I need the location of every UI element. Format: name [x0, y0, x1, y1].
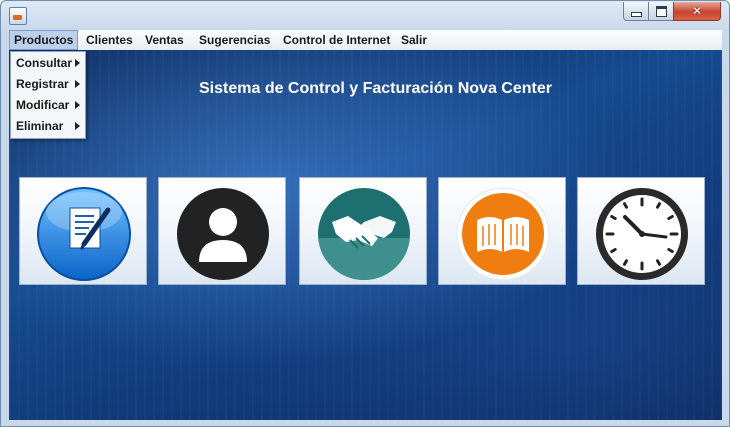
menu-sugerencias[interactable]: Sugerencias — [195, 30, 274, 50]
maximize-button[interactable] — [648, 2, 674, 21]
maximize-icon — [655, 5, 667, 17]
menu-item-registrar[interactable]: Registrar — [11, 74, 85, 95]
menu-item-eliminar[interactable]: Eliminar — [11, 116, 85, 137]
productos-dropdown-menu: Consultar Registrar Modificar Eliminar — [10, 51, 86, 139]
menu-salir[interactable]: Salir — [397, 30, 431, 50]
app-window: ✕ Productos Clientes Ventas Sugerencias … — [0, 0, 730, 427]
minimize-button[interactable] — [623, 2, 649, 21]
close-button[interactable]: ✕ — [673, 2, 721, 21]
menu-productos[interactable]: Productos — [9, 30, 79, 50]
tile-sugerencias[interactable] — [438, 177, 566, 285]
handshake-icon — [318, 188, 410, 280]
menu-clientes[interactable]: Clientes — [82, 30, 137, 50]
submenu-arrow-icon — [75, 101, 80, 109]
submenu-arrow-icon — [75, 59, 80, 67]
java-app-icon — [9, 7, 27, 25]
minimize-icon — [630, 11, 642, 17]
main-panel: Sistema de Control y Facturación Nova Ce… — [9, 50, 722, 420]
menu-item-label: Registrar — [16, 77, 69, 91]
menu-item-label: Modificar — [16, 98, 70, 112]
tile-control-internet[interactable] — [577, 177, 705, 285]
clock-icon — [596, 188, 688, 280]
menu-item-consultar[interactable]: Consultar — [11, 53, 85, 74]
close-icon: ✕ — [691, 4, 703, 18]
menu-bar: Productos Clientes Ventas Sugerencias Co… — [9, 30, 722, 51]
tile-productos[interactable] — [19, 177, 147, 285]
submenu-arrow-icon — [75, 122, 80, 130]
menu-control-internet[interactable]: Control de Internet — [279, 30, 394, 50]
menu-item-label: Eliminar — [16, 119, 64, 133]
menu-item-modificar[interactable]: Modificar — [11, 95, 85, 116]
page-title: Sistema de Control y Facturación Nova Ce… — [199, 80, 552, 97]
document-pen-icon — [37, 187, 131, 281]
menu-item-label: Consultar — [16, 56, 73, 70]
tile-clientes[interactable] — [158, 177, 286, 285]
open-book-icon — [456, 187, 550, 281]
user-icon — [177, 188, 269, 280]
tile-ventas[interactable] — [299, 177, 427, 285]
menu-ventas[interactable]: Ventas — [141, 30, 188, 50]
submenu-arrow-icon — [75, 80, 80, 88]
title-bar[interactable]: ✕ — [1, 1, 729, 29]
